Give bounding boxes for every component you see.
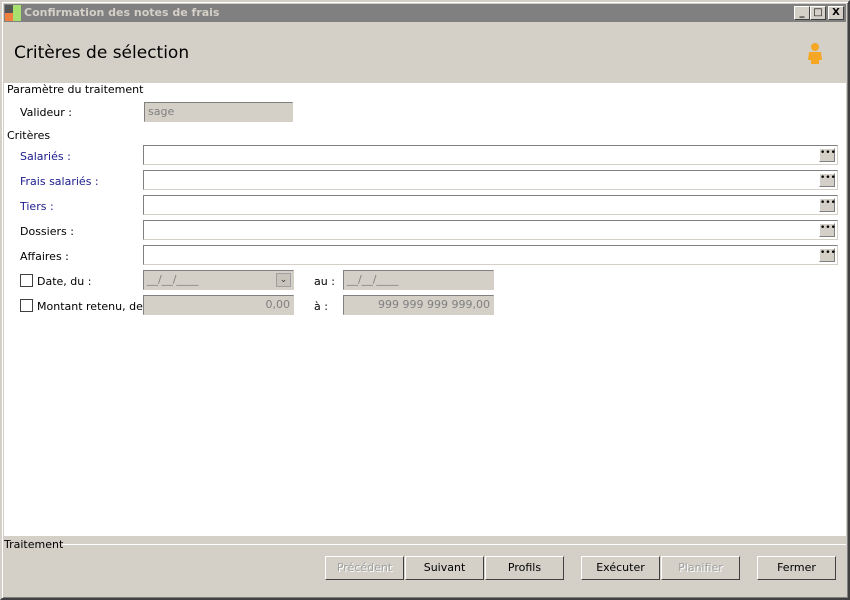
divider: [124, 89, 846, 90]
date-checkbox[interactable]: [20, 274, 33, 287]
previous-button[interactable]: Précédent: [325, 556, 404, 580]
title-bar: Confirmation des notes de frais _ □ X: [4, 4, 846, 22]
amount-checkbox[interactable]: [20, 299, 33, 312]
date-to-field[interactable]: __/__/____: [343, 270, 494, 290]
close-window-button[interactable]: X: [828, 6, 844, 20]
ellipsis-button[interactable]: •••: [819, 198, 836, 212]
employee-expenses-label: Frais salariés :: [20, 175, 99, 188]
amount-from-field[interactable]: 0,00: [143, 295, 294, 315]
ellipsis-button[interactable]: •••: [819, 223, 836, 237]
app-logo-icon: [5, 5, 21, 21]
date-to-label: au :: [314, 275, 335, 288]
section-criteria: Critères: [7, 129, 55, 142]
validator-field[interactable]: sage: [144, 102, 293, 122]
third-party-field[interactable]: •••: [143, 195, 838, 215]
employees-field[interactable]: •••: [143, 145, 838, 165]
divider: [62, 544, 846, 545]
page-title: Critères de sélection: [14, 43, 190, 63]
minimize-button[interactable]: _: [794, 6, 810, 20]
divider: [48, 135, 846, 136]
amount-label: Montant retenu, de :: [37, 300, 151, 313]
execute-button[interactable]: Exécuter: [581, 556, 660, 580]
files-field[interactable]: •••: [143, 220, 838, 240]
files-label: Dossiers :: [20, 225, 74, 238]
maximize-button[interactable]: □: [810, 6, 826, 20]
user-icon[interactable]: [807, 42, 823, 64]
schedule-button[interactable]: Planifier: [661, 556, 740, 580]
ellipsis-button[interactable]: •••: [819, 248, 836, 262]
amount-to-field[interactable]: 999 999 999 999,00: [343, 295, 494, 315]
profiles-button[interactable]: Profils: [485, 556, 564, 580]
amount-to-label: à :: [314, 300, 328, 313]
close-button[interactable]: Fermer: [757, 556, 836, 580]
business-label: Affaires :: [20, 250, 69, 263]
section-params: Paramètre du traitement: [7, 83, 148, 96]
date-label: Date, du :: [37, 275, 92, 288]
date-from-field[interactable]: __/__/____ ⌄: [143, 270, 294, 290]
form-area: Paramètre du traitement Valideur : sage …: [4, 83, 846, 536]
date-from-value: __/__/____: [147, 273, 199, 286]
next-button[interactable]: Suivant: [405, 556, 484, 580]
ellipsis-button[interactable]: •••: [819, 173, 836, 187]
employees-label: Salariés :: [20, 150, 71, 163]
ellipsis-button[interactable]: •••: [819, 148, 836, 162]
window-title: Confirmation des notes de frais: [24, 6, 220, 19]
employee-expenses-field[interactable]: •••: [143, 170, 838, 190]
section-processing: Traitement: [4, 538, 64, 551]
chevron-down-icon[interactable]: ⌄: [276, 273, 291, 287]
business-field[interactable]: •••: [143, 245, 838, 265]
page-header: Critères de sélection: [4, 22, 846, 83]
third-party-label: Tiers :: [20, 200, 54, 213]
validator-label: Valideur :: [20, 106, 72, 119]
